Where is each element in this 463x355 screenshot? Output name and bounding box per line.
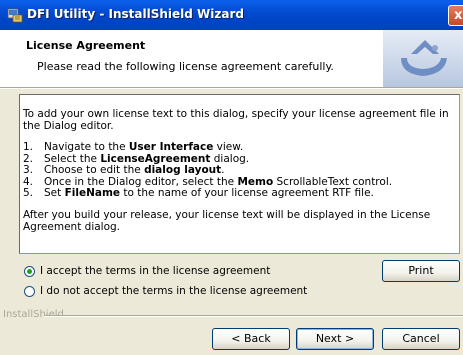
accept-radio-button[interactable] [24,265,35,277]
list-item: 5. Set FileName to the name of your licen… [23,187,374,199]
accept-radio-option[interactable]: I accept the terms in the license agreem… [24,263,270,279]
cancel-button[interactable]: Cancel [382,328,460,350]
title-bar[interactable]: DFI Utility - InstallShield Wizard x [0,0,463,30]
close-button[interactable]: x [448,5,463,26]
license-steps: 1. Navigate to the User Interface view. 2… [23,141,455,200]
window-title: DFI Utility - InstallShield Wizard [27,7,244,21]
license-intro: To add your own license text to this dia… [23,108,449,132]
accept-radio-label: I accept the terms in the license agreem… [40,265,271,277]
license-outro: After you build your release, your licen… [23,208,431,233]
license-text-box[interactable]: To add your own license text to this dia… [19,94,460,254]
decline-radio-label: I do not accept the terms in the license… [40,285,308,297]
installer-app-icon [7,8,23,23]
page-title: License Agreement [26,39,146,52]
header-panel: License Agreement Please read the follow… [0,30,463,88]
installshield-logo-icon [383,30,463,87]
page-subtitle: Please read the following license agreem… [37,60,334,73]
back-button[interactable]: < Back [212,328,290,350]
next-button[interactable]: Next > [296,328,374,350]
footer-divider [44,315,463,317]
decline-radio-option[interactable]: I do not accept the terms in the license… [24,283,307,299]
decline-radio-button[interactable] [24,285,35,297]
print-button[interactable]: Print [382,260,460,282]
header-divider [0,88,463,89]
